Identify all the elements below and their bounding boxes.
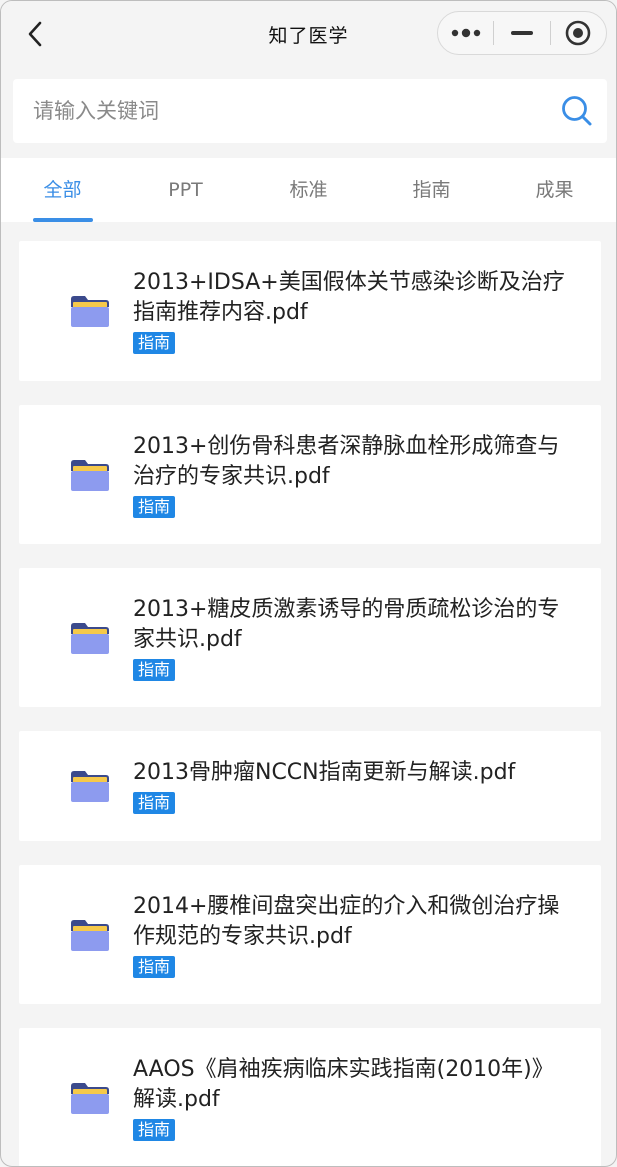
document-title: AAOS《肩袖疾病临床实践指南(2010年)》解读.pdf	[133, 1056, 554, 1112]
minimize-button[interactable]	[494, 12, 549, 54]
tab-achievement[interactable]: 成果	[493, 158, 616, 222]
mini-program-capsule	[437, 11, 607, 55]
document-title: 2013+糖皮质激素诱导的骨质疏松诊治的专家共识.pdf	[133, 596, 560, 652]
app-frame: 知了医学 请输入关键词 全部 PPT 标准 指南 成果 2013+IDSA+美国…	[0, 0, 617, 1167]
tab-guideline[interactable]: 指南	[370, 158, 493, 222]
minimize-icon	[510, 31, 533, 35]
document-title: 2013骨肿瘤NCCN指南更新与解读.pdf	[133, 760, 516, 785]
tab-standard[interactable]: 标准	[247, 158, 370, 222]
document-title: 2014+腰椎间盘突出症的介入和微创治疗操作规范的专家共识.pdf	[133, 893, 560, 949]
close-button[interactable]	[551, 12, 606, 54]
document-item[interactable]: 2013+创伤骨科患者深静脉血栓形成筛查与治疗的专家共识.pdf 指南	[19, 405, 601, 544]
document-title: 2013+IDSA+美国假体关节感染诊断及治疗指南推荐内容.pdf	[133, 270, 565, 325]
more-dots-icon	[451, 28, 480, 38]
folder-icon	[69, 293, 111, 329]
document-item[interactable]: 2013+IDSA+美国假体关节感染诊断及治疗指南推荐内容.pdf 指南	[19, 241, 601, 381]
category-tag: 指南	[133, 332, 176, 354]
category-tag: 指南	[133, 955, 176, 978]
category-tag: 指南	[133, 658, 176, 681]
document-item[interactable]: 2013+糖皮质激素诱导的骨质疏松诊治的专家共识.pdf 指南	[19, 568, 601, 707]
document-title: 2013+创伤骨科患者深静脉血栓形成筛查与治疗的专家共识.pdf	[133, 433, 560, 489]
search-bar	[13, 79, 607, 143]
search-button[interactable]	[547, 79, 607, 143]
target-circle-icon	[566, 20, 591, 46]
document-item[interactable]: 2013骨肿瘤NCCN指南更新与解读.pdf 指南	[19, 731, 601, 841]
category-tag: 指南	[133, 792, 176, 814]
category-tabs: 全部 PPT 标准 指南 成果	[1, 158, 616, 222]
folder-icon	[69, 457, 111, 493]
folder-icon	[69, 620, 111, 656]
tab-all[interactable]: 全部	[1, 158, 124, 222]
document-item[interactable]: AAOS《肩袖疾病临床实践指南(2010年)》解读.pdf 指南	[19, 1028, 601, 1166]
folder-icon	[69, 768, 111, 804]
category-tag: 指南	[133, 495, 176, 518]
tab-ppt[interactable]: PPT	[124, 158, 247, 222]
document-item[interactable]: 2014+腰椎间盘突出症的介入和微创治疗操作规范的专家共识.pdf 指南	[19, 865, 601, 1004]
navigation-bar: 知了医学	[1, 1, 616, 67]
category-tag: 指南	[133, 1118, 176, 1141]
document-list: 2013+IDSA+美国假体关节感染诊断及治疗指南推荐内容.pdf 指南 201…	[19, 241, 601, 1166]
search-input[interactable]	[31, 98, 547, 124]
folder-icon	[69, 917, 111, 953]
more-button[interactable]	[438, 12, 493, 54]
search-icon	[562, 96, 592, 126]
folder-icon	[69, 1080, 111, 1116]
